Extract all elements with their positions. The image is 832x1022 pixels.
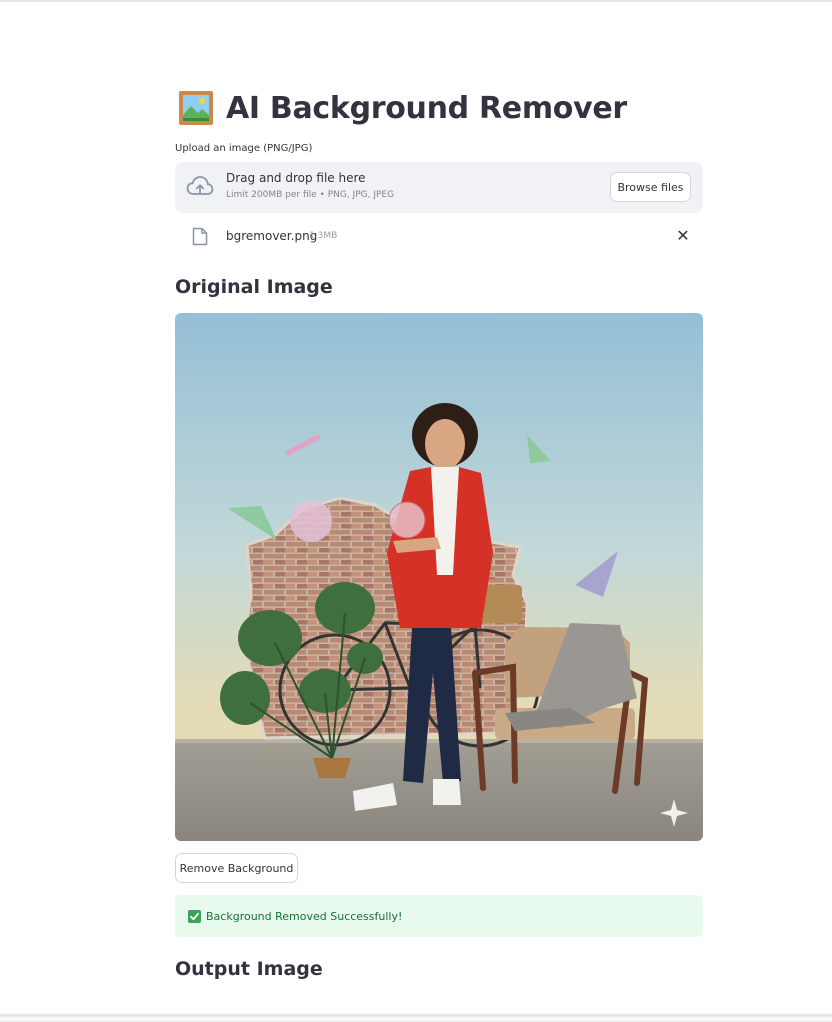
output-image-heading: Output Image [175,958,323,980]
page-header: AI Background Remover [178,88,627,128]
dropzone-text: Drag and drop file here Limit 200MB per … [226,171,394,200]
page-title: AI Background Remover [226,90,627,126]
top-divider [0,0,832,2]
file-size: 1.3MB [309,231,338,241]
uploaded-photo [175,313,703,841]
file-dropzone[interactable]: Drag and drop file here Limit 200MB per … [175,162,703,213]
uploader-label: Upload an image (PNG/JPG) [175,143,313,154]
file-icon [192,227,208,246]
browse-files-button[interactable]: Browse files [610,172,691,202]
remove-background-button[interactable]: Remove Background [175,853,298,883]
success-message: Background Removed Successfully! [206,909,403,923]
original-image-heading: Original Image [175,276,333,298]
framed-picture-icon [179,91,213,125]
drop-instruction: Drag and drop file here [226,171,366,185]
close-icon[interactable]: ✕ [675,228,691,244]
file-limit-text: Limit 200MB per file • PNG, JPG, JPEG [226,190,395,200]
uploaded-file-item: bgremover.png 1.3MB ✕ [175,222,703,250]
cloud-upload-icon [186,176,214,195]
file-name: bgremover.png [226,229,318,243]
bottom-divider [0,1013,832,1022]
check-mark-icon [188,909,201,923]
success-alert: Background Removed Successfully! [175,895,703,937]
original-image [175,313,703,841]
